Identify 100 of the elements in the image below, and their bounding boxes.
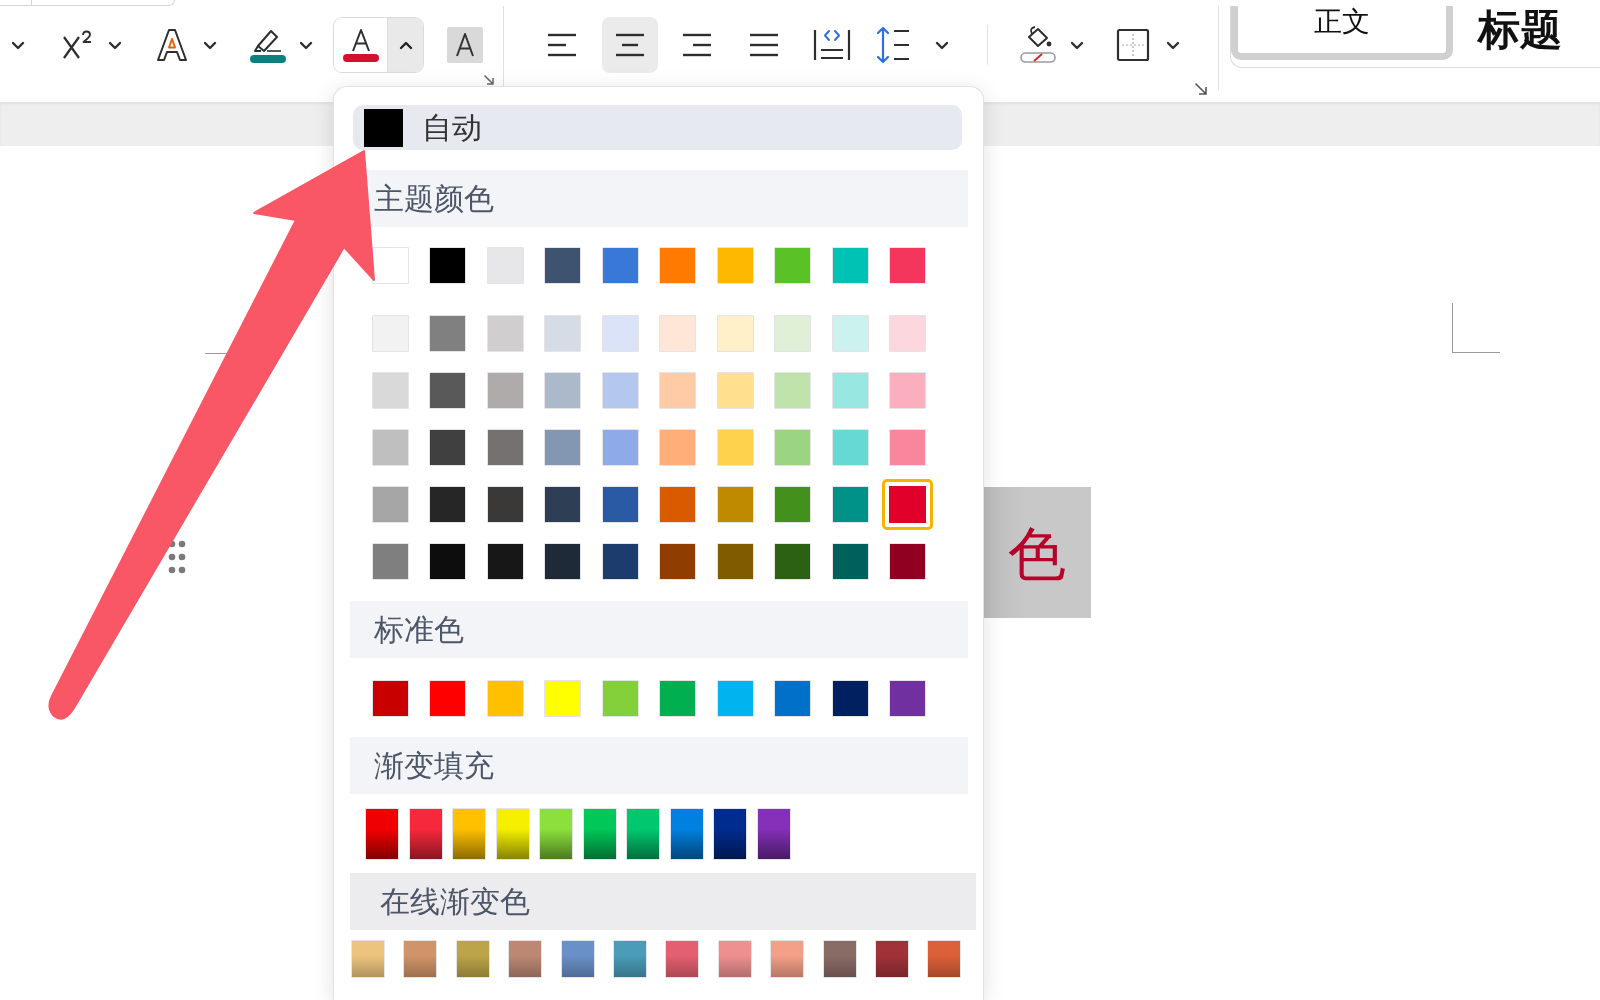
color-swatch[interactable] bbox=[822, 940, 857, 978]
color-swatch[interactable] bbox=[371, 315, 409, 352]
color-swatch[interactable] bbox=[774, 315, 811, 352]
color-swatch[interactable] bbox=[544, 372, 581, 409]
color-swatch[interactable] bbox=[831, 680, 869, 717]
color-swatch[interactable] bbox=[774, 486, 811, 523]
color-swatch[interactable] bbox=[403, 940, 438, 978]
color-swatch[interactable] bbox=[756, 808, 791, 860]
color-swatch[interactable] bbox=[429, 315, 466, 352]
color-swatch[interactable] bbox=[539, 808, 573, 860]
color-swatch[interactable] bbox=[486, 486, 524, 523]
dialog-launcher-icon[interactable] bbox=[483, 74, 495, 86]
color-swatch[interactable] bbox=[508, 940, 543, 978]
color-swatch[interactable] bbox=[429, 543, 466, 580]
color-swatch[interactable] bbox=[889, 247, 926, 284]
color-swatch[interactable] bbox=[659, 315, 696, 352]
color-swatch[interactable] bbox=[371, 247, 409, 284]
color-swatch[interactable] bbox=[544, 486, 581, 523]
color-swatch[interactable] bbox=[544, 247, 581, 284]
color-swatch[interactable] bbox=[659, 543, 696, 580]
color-swatch[interactable] bbox=[601, 543, 639, 580]
color-swatch[interactable] bbox=[486, 315, 524, 352]
color-swatch[interactable] bbox=[659, 486, 696, 523]
color-swatch[interactable] bbox=[774, 680, 811, 717]
color-swatch[interactable] bbox=[889, 680, 926, 717]
font-color-dropdown-button[interactable] bbox=[388, 18, 423, 72]
color-swatch[interactable] bbox=[601, 372, 639, 409]
color-swatch[interactable] bbox=[774, 429, 811, 466]
color-swatch[interactable] bbox=[429, 429, 466, 466]
color-swatch[interactable] bbox=[889, 543, 926, 580]
align-center-button[interactable] bbox=[602, 17, 658, 73]
color-swatch[interactable] bbox=[831, 543, 869, 580]
color-swatch[interactable] bbox=[486, 429, 524, 466]
color-swatch[interactable] bbox=[831, 486, 869, 523]
font-color-control[interactable] bbox=[333, 17, 424, 73]
color-swatch[interactable] bbox=[626, 808, 660, 860]
color-swatch[interactable] bbox=[408, 808, 443, 860]
color-swatch[interactable] bbox=[713, 808, 747, 860]
color-swatch[interactable] bbox=[544, 315, 581, 352]
color-swatch[interactable] bbox=[560, 940, 595, 978]
color-swatch[interactable] bbox=[371, 543, 409, 580]
automatic-color-option[interactable]: 自动 bbox=[353, 105, 962, 150]
color-swatch[interactable] bbox=[927, 940, 962, 978]
color-swatch[interactable] bbox=[717, 940, 752, 978]
color-swatch[interactable] bbox=[429, 247, 466, 284]
color-swatch[interactable] bbox=[831, 372, 869, 409]
font-color-button[interactable] bbox=[334, 18, 388, 72]
color-swatch[interactable] bbox=[544, 429, 581, 466]
color-swatch[interactable] bbox=[544, 680, 581, 717]
color-swatch[interactable] bbox=[486, 247, 524, 284]
color-swatch[interactable] bbox=[582, 808, 617, 860]
color-swatch[interactable] bbox=[429, 680, 466, 717]
color-swatch[interactable] bbox=[716, 247, 754, 284]
color-swatch[interactable] bbox=[831, 315, 869, 352]
color-swatch[interactable] bbox=[601, 429, 639, 466]
style-preview[interactable]: 正文 bbox=[1231, 6, 1453, 60]
color-swatch[interactable] bbox=[831, 247, 869, 284]
color-swatch[interactable] bbox=[774, 543, 811, 580]
dialog-launcher-icon[interactable] bbox=[1194, 82, 1208, 96]
color-swatch[interactable] bbox=[882, 479, 933, 530]
color-swatch[interactable] bbox=[889, 372, 926, 409]
color-swatch[interactable] bbox=[544, 543, 581, 580]
color-swatch[interactable] bbox=[716, 372, 754, 409]
color-swatch[interactable] bbox=[716, 680, 754, 717]
color-swatch[interactable] bbox=[889, 429, 926, 466]
color-swatch[interactable] bbox=[874, 940, 909, 978]
color-swatch[interactable] bbox=[612, 940, 647, 978]
color-swatch[interactable] bbox=[455, 940, 490, 978]
color-swatch[interactable] bbox=[371, 372, 409, 409]
color-swatch[interactable] bbox=[365, 808, 399, 860]
color-swatch[interactable] bbox=[486, 543, 524, 580]
color-swatch[interactable] bbox=[665, 940, 700, 978]
color-swatch[interactable] bbox=[774, 372, 811, 409]
color-swatch[interactable] bbox=[601, 486, 639, 523]
color-swatch[interactable] bbox=[716, 315, 754, 352]
color-swatch[interactable] bbox=[601, 315, 639, 352]
color-swatch[interactable] bbox=[659, 429, 696, 466]
color-swatch[interactable] bbox=[429, 372, 466, 409]
color-swatch[interactable] bbox=[351, 940, 385, 978]
color-swatch[interactable] bbox=[716, 486, 754, 523]
color-swatch[interactable] bbox=[495, 808, 530, 860]
color-swatch[interactable] bbox=[601, 680, 639, 717]
color-swatch[interactable] bbox=[889, 315, 926, 352]
color-swatch[interactable] bbox=[371, 486, 409, 523]
color-swatch[interactable] bbox=[716, 429, 754, 466]
color-swatch[interactable] bbox=[669, 808, 704, 860]
color-swatch[interactable] bbox=[659, 372, 696, 409]
color-swatch[interactable] bbox=[486, 372, 524, 409]
color-swatch[interactable] bbox=[774, 247, 811, 284]
color-swatch[interactable] bbox=[429, 486, 466, 523]
color-swatch[interactable] bbox=[601, 247, 639, 284]
color-swatch[interactable] bbox=[716, 543, 754, 580]
color-swatch[interactable] bbox=[659, 680, 696, 717]
color-swatch[interactable] bbox=[770, 940, 805, 978]
color-swatch[interactable] bbox=[371, 680, 409, 717]
color-swatch[interactable] bbox=[371, 429, 409, 466]
color-swatch[interactable] bbox=[452, 808, 486, 860]
color-swatch[interactable] bbox=[486, 680, 524, 717]
color-swatch[interactable] bbox=[659, 247, 696, 284]
color-swatch[interactable] bbox=[831, 429, 869, 466]
